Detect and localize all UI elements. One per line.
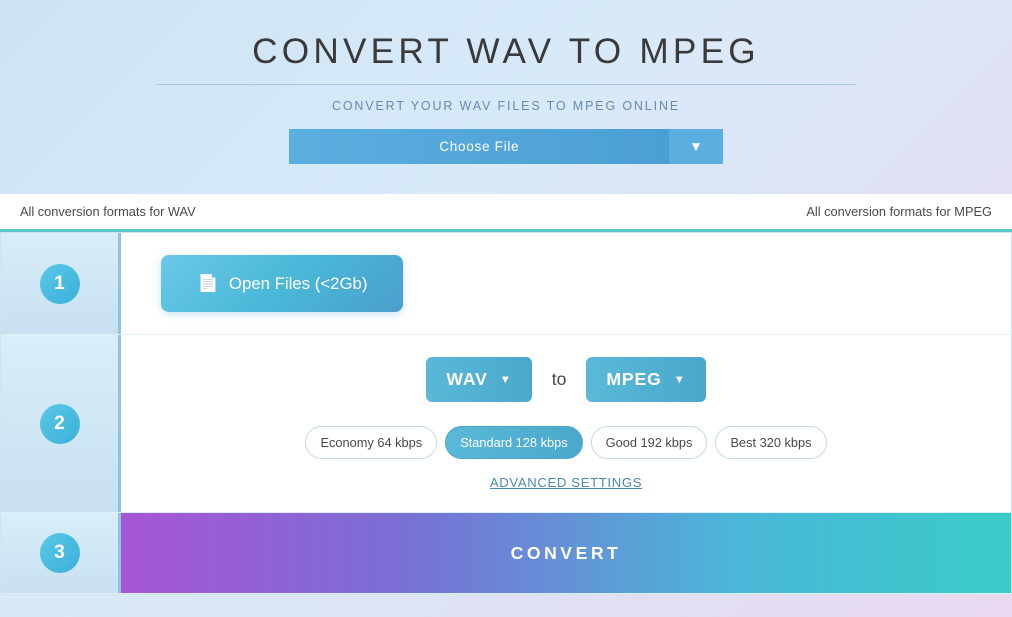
page-title: CONVERT WAV TO MPEG bbox=[20, 32, 992, 72]
upload-bar: Choose File ▼ bbox=[20, 129, 992, 164]
step-2-row: 2 WAV ▼ to MPEG ▼ Economy 64 kbps Standa… bbox=[1, 335, 1011, 513]
from-format-dropdown[interactable]: WAV ▼ bbox=[426, 357, 531, 402]
quality-row: Economy 64 kbps Standard 128 kbps Good 1… bbox=[305, 426, 826, 459]
step-3-content: CONVERT bbox=[121, 513, 1011, 593]
step-2-number-col: 2 bbox=[1, 335, 121, 512]
mpeg-formats-link[interactable]: All conversion formats for MPEG bbox=[806, 204, 992, 219]
steps-container: 1 📄 Open Files (<2Gb) 2 WAV ▼ to bbox=[0, 232, 1012, 595]
quality-economy-button[interactable]: Economy 64 kbps bbox=[305, 426, 437, 459]
header-divider bbox=[156, 84, 856, 85]
step-1-content: 📄 Open Files (<2Gb) bbox=[121, 233, 1011, 334]
step-1-row: 1 📄 Open Files (<2Gb) bbox=[1, 233, 1011, 335]
step-2-circle: 2 bbox=[40, 404, 80, 444]
page-header: CONVERT WAV TO MPEG CONVERT YOUR WAV FIL… bbox=[0, 0, 1012, 180]
upload-more-button[interactable]: ▼ bbox=[669, 129, 722, 164]
to-chevron-icon: ▼ bbox=[674, 374, 686, 386]
advanced-settings-link[interactable]: ADVANCED SETTINGS bbox=[490, 475, 642, 490]
step-1-circle: 1 bbox=[40, 264, 80, 304]
page-subtitle: CONVERT YOUR WAV FILES TO MPEG ONLINE bbox=[20, 99, 992, 113]
open-files-button[interactable]: 📄 Open Files (<2Gb) bbox=[161, 255, 403, 312]
quality-good-button[interactable]: Good 192 kbps bbox=[591, 426, 708, 459]
file-icon: 📄 bbox=[197, 273, 219, 294]
choose-file-button[interactable]: Choose File bbox=[289, 129, 669, 164]
step-3-number-col: 3 bbox=[1, 513, 121, 593]
to-label: to bbox=[552, 369, 567, 390]
quality-standard-button[interactable]: Standard 128 kbps bbox=[445, 426, 582, 459]
step-3-row: 3 CONVERT bbox=[1, 513, 1011, 594]
quality-best-button[interactable]: Best 320 kbps bbox=[715, 426, 826, 459]
format-links-bar: All conversion formats for WAV All conve… bbox=[0, 194, 1012, 232]
from-chevron-icon: ▼ bbox=[500, 374, 512, 386]
to-format-dropdown[interactable]: MPEG ▼ bbox=[586, 357, 705, 402]
conversion-row: WAV ▼ to MPEG ▼ bbox=[426, 357, 705, 402]
step-2-content: WAV ▼ to MPEG ▼ Economy 64 kbps Standard… bbox=[121, 335, 1011, 512]
step-3-circle: 3 bbox=[40, 533, 80, 573]
wav-formats-link[interactable]: All conversion formats for WAV bbox=[20, 204, 196, 219]
step-1-number-col: 1 bbox=[1, 233, 121, 334]
convert-button[interactable]: CONVERT bbox=[121, 513, 1011, 593]
